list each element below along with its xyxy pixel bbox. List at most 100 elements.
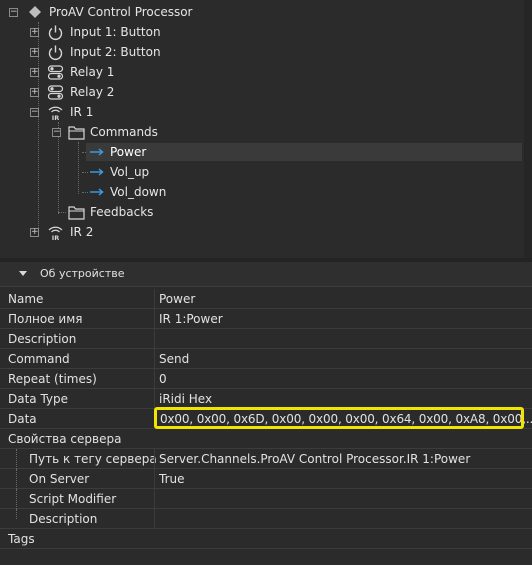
expand-toggle[interactable]: + <box>30 88 39 97</box>
folder-icon <box>68 205 85 220</box>
tree-node-root[interactable]: ProAV Control Processor <box>28 2 193 22</box>
property-key: Script Modifier <box>29 492 117 506</box>
tree-node-label: IR 1 <box>70 105 94 119</box>
folder-icon <box>68 125 85 140</box>
tree-guide-line <box>16 489 17 509</box>
column-separator <box>154 369 155 389</box>
property-value[interactable]: Server.Channels.ProAV Control Processor.… <box>159 449 470 469</box>
property-key: Repeat (times) <box>8 372 97 386</box>
arrow-right-icon <box>90 168 104 176</box>
property-key: Command <box>8 352 70 366</box>
property-value[interactable]: True <box>159 469 185 489</box>
tree-node-label: Vol_down <box>110 185 167 199</box>
properties-panel: Об устройстве Name Power Полное имя IR 1… <box>0 262 532 565</box>
property-row[interactable]: Data Type iRidi Hex <box>0 389 532 409</box>
tree-node-label: Input 1: Button <box>70 25 161 39</box>
property-row[interactable]: Name Power <box>0 289 532 309</box>
property-key: Полное имя <box>8 312 83 326</box>
arrow-right-icon <box>90 148 104 156</box>
section-header[interactable]: Об устройстве <box>0 262 532 287</box>
tree-guide-line <box>16 449 17 469</box>
property-value[interactable]: 0 <box>159 369 167 389</box>
tree-guide-line <box>82 172 88 173</box>
column-separator <box>154 349 155 369</box>
highlight-box <box>154 407 524 429</box>
relay-toggle-icon <box>47 64 64 80</box>
column-separator <box>154 449 155 469</box>
expand-toggle[interactable]: + <box>30 28 39 37</box>
svg-text:IR: IR <box>52 234 59 241</box>
tree-node-vol-down[interactable]: Vol_down <box>89 182 166 202</box>
tree-node-label: IR 2 <box>70 225 94 239</box>
tree-node-commands[interactable]: Commands <box>68 122 158 142</box>
section-title: Об устройстве <box>40 267 125 280</box>
selected-row-highlight <box>86 143 522 161</box>
diamond-icon <box>29 6 41 18</box>
property-key: Data <box>8 412 37 426</box>
tree-node-label: Feedbacks <box>90 205 154 219</box>
collapse-toggle[interactable]: − <box>52 128 61 137</box>
property-value[interactable]: IR 1:Power <box>159 309 223 329</box>
property-value[interactable]: Power <box>159 289 195 309</box>
property-value[interactable]: iRidi Hex <box>159 389 212 409</box>
tree-guide-line <box>82 192 88 193</box>
property-row[interactable]: Description <box>0 509 532 529</box>
ir-emitter-icon: IR <box>48 226 63 241</box>
tree-node-relay-2[interactable]: Relay 2 <box>47 82 114 102</box>
svg-text:IR: IR <box>52 114 59 121</box>
property-key: Свойства сервера <box>8 432 122 446</box>
tree-node-relay-1[interactable]: Relay 1 <box>47 62 114 82</box>
arrow-right-icon <box>90 188 104 196</box>
property-key: Tags <box>8 532 35 546</box>
power-icon <box>48 25 63 40</box>
property-row[interactable]: Путь к тегу сервера Server.Channels.ProA… <box>0 449 532 469</box>
tree-node-label: ProAV Control Processor <box>49 5 193 19</box>
tree-node-label: Vol_up <box>110 165 150 179</box>
tree-node-input-2[interactable]: Input 2: Button <box>47 42 161 62</box>
property-key: Name <box>8 292 44 306</box>
column-separator <box>154 309 155 329</box>
tree-node-ir-2[interactable]: IR IR 2 <box>47 222 93 242</box>
tree-node-ir-1[interactable]: IR IR 1 <box>47 102 93 122</box>
tree-guide-line <box>58 212 66 213</box>
column-separator <box>154 289 155 309</box>
expand-toggle[interactable]: + <box>30 228 39 237</box>
property-row[interactable]: Script Modifier <box>0 489 532 509</box>
column-separator <box>154 329 155 349</box>
property-row[interactable]: Repeat (times) 0 <box>0 369 532 389</box>
tree-node-label: Input 2: Button <box>70 45 161 59</box>
device-tree: − ProAV Control Processor + Input 1: But… <box>0 0 532 258</box>
tree-scrollbar[interactable] <box>524 0 532 258</box>
collapse-toggle[interactable]: − <box>9 8 18 17</box>
property-key: Description <box>8 332 77 346</box>
relay-toggle-icon <box>47 84 64 100</box>
tree-node-label: Relay 1 <box>70 65 115 79</box>
property-row[interactable]: Tags <box>0 529 532 549</box>
property-row[interactable]: On Server True <box>0 469 532 489</box>
property-key: Путь к тегу сервера <box>29 452 157 466</box>
tree-guide-line <box>16 509 17 519</box>
collapse-toggle[interactable]: − <box>30 108 39 117</box>
tree-guide-line <box>16 469 17 489</box>
chevron-down-icon[interactable] <box>19 271 27 277</box>
property-key: On Server <box>29 472 90 486</box>
tree-guide-line <box>78 142 79 194</box>
tree-node-feedbacks[interactable]: Feedbacks <box>68 202 153 222</box>
expand-toggle[interactable]: + <box>30 48 39 57</box>
ir-emitter-icon: IR <box>48 106 63 121</box>
expand-toggle[interactable]: + <box>30 68 39 77</box>
property-row-group[interactable]: Свойства сервера <box>0 429 532 449</box>
column-separator <box>154 489 155 509</box>
property-row[interactable]: Description <box>0 329 532 349</box>
tree-node-power[interactable]: Power <box>89 142 146 162</box>
property-row[interactable]: Полное имя IR 1:Power <box>0 309 532 329</box>
tree-node-input-1[interactable]: Input 1: Button <box>47 22 161 42</box>
column-separator <box>154 509 155 529</box>
property-key: Description <box>29 512 98 526</box>
tree-node-vol-up[interactable]: Vol_up <box>89 162 149 182</box>
property-row[interactable]: Command Send <box>0 349 532 369</box>
column-separator <box>154 389 155 409</box>
property-key: Data Type <box>8 392 69 406</box>
property-value[interactable]: Send <box>159 349 189 369</box>
power-icon <box>48 45 63 60</box>
